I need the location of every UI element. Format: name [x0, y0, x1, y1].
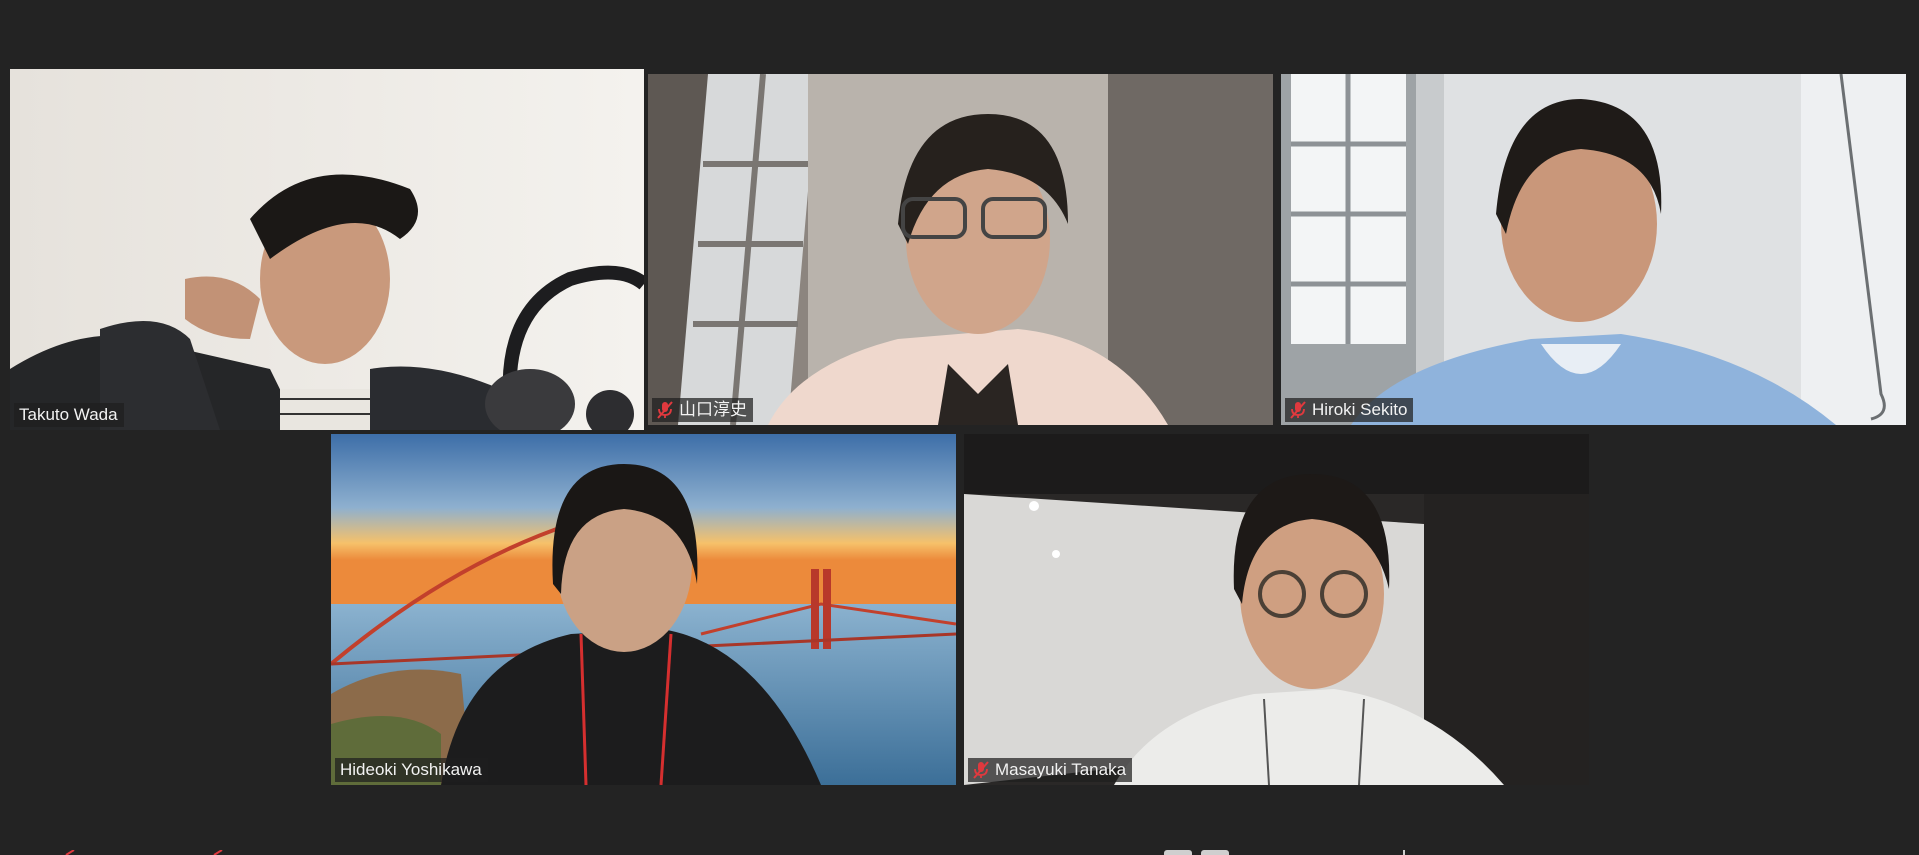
participant-name-tag: Hiroki Sekito [1285, 398, 1414, 422]
toolbar-security-icon[interactable] [1164, 850, 1192, 855]
microphone-muted-icon [973, 761, 989, 779]
toolbar-video-icon[interactable] [212, 850, 240, 855]
video-tile-masayuki-tanaka[interactable]: Masayuki Tanaka [964, 434, 1589, 785]
participant-video [10, 69, 644, 430]
meeting-toolbar-edge [0, 849, 1919, 855]
participant-name: 山口淳史 [679, 400, 747, 419]
video-tile-yamaguchi[interactable]: 山口淳史 [648, 74, 1273, 425]
participant-video [648, 74, 1273, 425]
participant-name: Hideoki Yoshikawa [340, 760, 482, 779]
participant-name: Takuto Wada [19, 405, 118, 424]
participant-video [331, 434, 956, 785]
participant-name: Masayuki Tanaka [995, 760, 1127, 779]
toolbar-participants-icon[interactable] [1201, 850, 1229, 855]
participant-name-tag: Hideoki Yoshikawa [335, 758, 488, 782]
participant-name-tag: Masayuki Tanaka [968, 758, 1133, 782]
video-tile-hideoki-yoshikawa[interactable]: Hideoki Yoshikawa [331, 434, 956, 785]
participant-name: Hiroki Sekito [1312, 400, 1408, 419]
participant-video [1281, 74, 1906, 425]
toolbar-mute-icon[interactable] [64, 850, 92, 855]
microphone-muted-icon [657, 401, 673, 419]
participant-name-tag: Takuto Wada [14, 403, 124, 427]
microphone-muted-icon [1290, 401, 1306, 419]
participant-video [964, 434, 1589, 785]
toolbar-chat-icon[interactable] [1403, 850, 1405, 855]
video-tile-takuto-wada[interactable]: Takuto Wada [10, 69, 644, 430]
video-tile-hiroki-sekito[interactable]: Hiroki Sekito [1281, 74, 1906, 425]
participant-name-tag: 山口淳史 [652, 398, 753, 422]
